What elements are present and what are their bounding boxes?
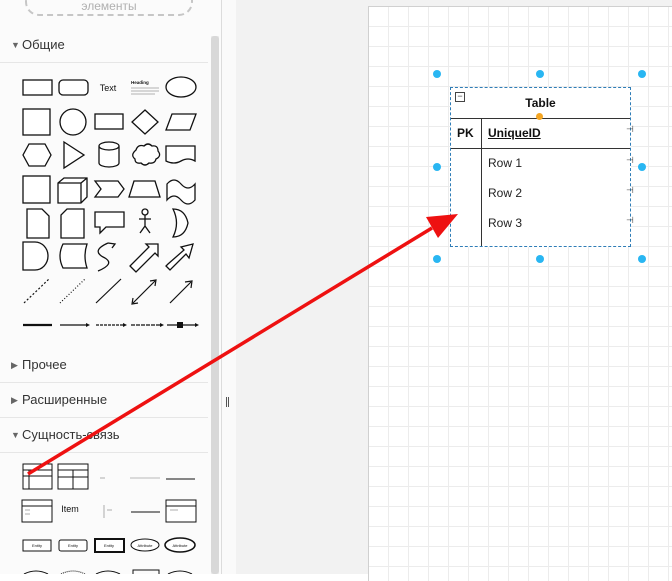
- delay-shape[interactable]: [22, 241, 49, 271]
- resize-handle-left[interactable]: [433, 163, 441, 171]
- cylinder-shape[interactable]: [98, 141, 120, 168]
- sidebar-resize-handle[interactable]: [226, 394, 230, 407]
- collapse-icon[interactable]: −: [455, 92, 465, 102]
- panel-gutter: [222, 0, 236, 574]
- ellipse-shape[interactable]: [165, 76, 197, 98]
- circle-shape[interactable]: [59, 108, 87, 136]
- step-shape[interactable]: [93, 180, 125, 198]
- document-shape[interactable]: [165, 145, 196, 164]
- er-entity-label: Entity: [68, 543, 78, 548]
- row-connection-icon[interactable]: ⊣: [626, 155, 634, 166]
- dashed-line-shape[interactable]: [23, 278, 50, 304]
- rectangle-shape[interactable]: [22, 79, 53, 96]
- row-connection-icon[interactable]: ⊣: [626, 215, 634, 226]
- er-attribute-label: Attribute: [173, 543, 189, 548]
- resize-handle-top[interactable]: [536, 70, 544, 78]
- hover-connection-point[interactable]: [536, 113, 543, 120]
- triangle-shape[interactable]: [63, 140, 86, 170]
- rounded-rectangle-shape[interactable]: [58, 79, 89, 96]
- dotted-line-shape[interactable]: [59, 278, 86, 304]
- cube-shape[interactable]: [57, 177, 88, 204]
- resize-handle-top-right[interactable]: [638, 70, 646, 78]
- arrow-shape[interactable]: [165, 243, 194, 271]
- row-connection-icon[interactable]: ⊣: [626, 124, 634, 135]
- resize-handle-right[interactable]: [638, 163, 646, 171]
- parallelogram-shape[interactable]: [165, 113, 197, 131]
- process-shape[interactable]: [94, 113, 124, 130]
- er-table[interactable]: Table − PK UniqueID Row 1 Row 2 Row 3: [450, 87, 631, 247]
- er-attribute-label: Attribute: [138, 543, 154, 548]
- line-shape[interactable]: [95, 278, 122, 304]
- hexagon-shape[interactable]: [22, 143, 52, 167]
- sidebar-scrollbar[interactable]: [211, 36, 219, 574]
- er-row-2[interactable]: Row 2: [488, 186, 522, 200]
- card-shape[interactable]: [60, 208, 85, 239]
- er-entity-label: Entity: [32, 543, 42, 548]
- resize-handle-bottom-left[interactable]: [433, 255, 441, 263]
- er-row-1[interactable]: Row 1: [488, 156, 522, 170]
- er-row-3[interactable]: Row 3: [488, 216, 522, 230]
- square-shape[interactable]: [22, 108, 51, 136]
- text-shape[interactable]: Text: [100, 83, 117, 93]
- tape-shape[interactable]: [166, 179, 196, 205]
- resize-handle-bottom[interactable]: [536, 255, 544, 263]
- heading-shape[interactable]: Heading: [131, 80, 149, 85]
- er-list-shape[interactable]: [21, 499, 53, 523]
- resize-handle-top-left[interactable]: [433, 70, 441, 78]
- callout-shape[interactable]: [94, 211, 125, 235]
- pk-label: PK: [457, 126, 474, 140]
- er-entity-detail-shape[interactable]: [165, 499, 197, 523]
- key-column-divider: [481, 118, 482, 246]
- row-connection-icon[interactable]: ⊣: [626, 185, 634, 196]
- er-pk-row[interactable]: PK UniqueID: [451, 118, 630, 149]
- pk-field-name[interactable]: UniqueID: [488, 126, 541, 140]
- er-entity-label: Entity: [104, 543, 114, 548]
- er-item-shape[interactable]: Item: [61, 504, 79, 514]
- bidirectional-arrow-shape[interactable]: [129, 243, 159, 273]
- or-shape[interactable]: [171, 208, 189, 238]
- diamond-shape[interactable]: [131, 109, 159, 135]
- shape-palette: Text Heading Item Entity Entity Entity A…: [21, 76, 199, 574]
- curve-shape[interactable]: [97, 242, 110, 272]
- resize-handle-bottom-right[interactable]: [638, 255, 646, 263]
- trapezoid-shape[interactable]: [128, 180, 161, 198]
- directional-connector-shape[interactable]: [169, 281, 192, 304]
- note-shape[interactable]: [26, 208, 50, 239]
- bidirectional-connector-shape[interactable]: [132, 280, 156, 304]
- cloud-shape[interactable]: [132, 143, 161, 166]
- sidebar-scrollbar-thumb[interactable]: [211, 36, 219, 574]
- stored-data-shape[interactable]: [59, 243, 88, 269]
- container-shape[interactable]: [22, 175, 51, 204]
- actor-shape[interactable]: [141, 208, 149, 216]
- shape-sidebar: элементы ▼ Общие ▶ Прочее ▶ Расширенные …: [0, 0, 222, 574]
